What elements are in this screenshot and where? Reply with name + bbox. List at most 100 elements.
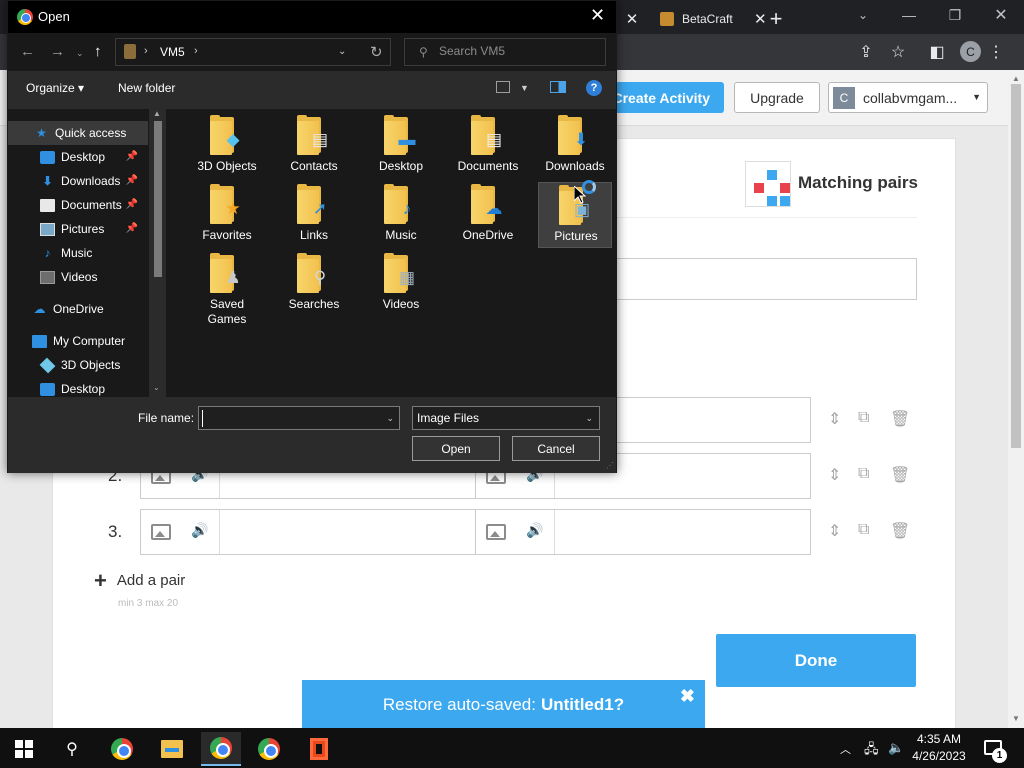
pair-left-input[interactable]: 🔊 (140, 509, 476, 555)
nav-item-videos[interactable]: Videos (8, 265, 148, 289)
add-pair-button[interactable]: + Add a pair (94, 569, 185, 591)
scrollbar-thumb[interactable] (154, 121, 162, 277)
duplicate-icon[interactable]: ⧉ (858, 465, 869, 483)
nav-item-3d-objects[interactable]: 3D Objects (8, 353, 148, 377)
network-icon[interactable]: 🖧 (864, 740, 879, 762)
folder-desktop[interactable]: ▬ Desktop (364, 113, 438, 179)
folder-favorites[interactable]: ★ Favorites (190, 182, 264, 248)
back-arrow-icon[interactable]: ← (20, 43, 35, 60)
speaker-icon[interactable]: 🔊 (526, 522, 543, 539)
nav-item-quick-access[interactable]: ★ Quick access (8, 121, 148, 145)
tab-close-button[interactable]: ✕ (622, 4, 642, 34)
view-options-chevron-icon[interactable]: ▼ (520, 83, 529, 93)
image-icon[interactable] (486, 524, 506, 540)
file-name-input[interactable] (202, 410, 377, 427)
taskbar-chrome[interactable] (102, 732, 142, 766)
nav-item-documents[interactable]: Documents 📌 (8, 193, 148, 217)
duplicate-icon[interactable]: ⧉ (858, 409, 869, 427)
folder-videos[interactable]: ▦ Videos (364, 251, 438, 317)
file-type-select[interactable]: Image Files ⌄ (412, 406, 600, 430)
trash-icon[interactable]: 🗑 (890, 409, 910, 429)
refresh-icon[interactable]: ↻ (370, 43, 383, 61)
chevron-right-icon[interactable]: › (194, 45, 198, 57)
folder-saved-games[interactable]: ♟ Saved Games (190, 251, 264, 326)
folder-music[interactable]: ♪ Music (364, 182, 438, 248)
tab-betacraft[interactable]: BetaCraft ✕ (652, 4, 770, 34)
change-view-icon[interactable] (496, 81, 510, 93)
taskbar-chrome-active[interactable] (201, 732, 241, 766)
show-hidden-icons-chevron-icon[interactable]: ︿ (840, 741, 851, 757)
clock-time[interactable]: 4:35 AM (916, 732, 962, 746)
duplicate-icon[interactable]: ⧉ (858, 521, 869, 539)
trash-icon[interactable]: 🗑 (890, 521, 910, 541)
speaker-icon[interactable]: 🔊 (191, 522, 208, 539)
folder-contacts[interactable]: ▤ Contacts (277, 113, 351, 179)
nav-item-my-computer[interactable]: My Computer (8, 329, 148, 353)
folder-downloads[interactable]: ⬇ Downloads (538, 113, 612, 179)
reorder-arrows-icon[interactable]: ⇕ (828, 465, 841, 485)
up-arrow-icon[interactable]: ↑ (94, 43, 102, 60)
chevron-right-icon[interactable]: › (144, 45, 148, 57)
account-dropdown[interactable]: C collabvmgam... ▼ (828, 82, 988, 113)
start-button[interactable] (4, 732, 44, 766)
chevron-down-icon[interactable]: ⌄ (386, 413, 394, 424)
restore-window-button[interactable]: ❐ (932, 0, 978, 30)
address-bar[interactable]: › VM5 › ⌄ ↻ (115, 38, 391, 66)
open-button[interactable]: Open (412, 436, 500, 461)
share-icon[interactable]: ⇪ (856, 42, 876, 62)
resize-grip-icon[interactable]: ⋰ (606, 461, 614, 470)
clock-date[interactable]: 4/26/2023 (908, 749, 970, 763)
chevron-down-icon[interactable]: ⌄ (338, 46, 346, 57)
new-tab-button[interactable]: + (764, 4, 788, 34)
minimize-button[interactable]: — (886, 0, 932, 30)
scroll-down-arrow-icon[interactable]: ▼ (1012, 714, 1020, 723)
scroll-down-arrow-icon[interactable]: ⌄ (153, 383, 160, 392)
image-icon[interactable] (151, 524, 171, 540)
preview-pane-icon[interactable] (550, 81, 566, 93)
scrollbar-thumb[interactable] (1011, 84, 1021, 448)
tab-search-chevron-icon[interactable]: ⌄ (840, 0, 886, 30)
trash-icon[interactable]: 🗑 (890, 465, 910, 485)
reorder-arrows-icon[interactable]: ⇕ (828, 521, 841, 541)
search-input[interactable] (439, 44, 599, 58)
volume-icon[interactable]: 🔈 (888, 740, 904, 756)
nav-item-music[interactable]: ♪ Music (8, 241, 148, 265)
help-icon[interactable]: ? (586, 80, 602, 96)
close-icon[interactable]: ✕ (590, 5, 605, 26)
upgrade-button[interactable]: Upgrade (734, 82, 820, 113)
folder-searches[interactable]: ⚲ Searches (277, 251, 351, 317)
taskbar-office[interactable] (299, 732, 339, 766)
close-icon[interactable]: ✖ (680, 686, 695, 707)
restore-autosave-banner[interactable]: Restore auto-saved: Untitled1? ✖ (302, 680, 705, 730)
organize-menu-button[interactable]: Organize ▾ (26, 81, 84, 95)
folder-onedrive[interactable]: ☁ OneDrive (451, 182, 525, 248)
page-scrollbar[interactable]: ▲ ▼ (1008, 70, 1024, 728)
nav-item-onedrive[interactable]: ☁ OneDrive (8, 297, 148, 321)
nav-pane-scrollbar[interactable]: ▲ ⌄ (149, 109, 166, 397)
pair-right-input[interactable]: 🔊 (476, 509, 811, 555)
nav-item-desktop[interactable]: Desktop 📌 (8, 145, 148, 169)
close-window-button[interactable]: ✕ (978, 0, 1024, 30)
taskbar-chrome[interactable] (249, 732, 289, 766)
scroll-up-arrow-icon[interactable]: ▲ (153, 109, 161, 118)
folder-3d-objects[interactable]: ◆ 3D Objects (190, 113, 264, 179)
kebab-menu-icon[interactable]: ⋮ (986, 42, 1006, 62)
side-panel-icon[interactable]: ◧ (927, 42, 947, 62)
cancel-button[interactable]: Cancel (512, 436, 600, 461)
folder-links[interactable]: ➚ Links (277, 182, 351, 248)
nav-item-desktop-pc[interactable]: Desktop (8, 377, 148, 397)
profile-avatar[interactable]: C (960, 41, 981, 62)
nav-item-downloads[interactable]: ⬇ Downloads 📌 (8, 169, 148, 193)
bookmark-star-icon[interactable]: ☆ (888, 42, 908, 62)
done-button[interactable]: Done (716, 634, 916, 687)
search-icon[interactable]: ⚲ (52, 732, 92, 766)
folder-documents[interactable]: ▤ Documents (451, 113, 525, 179)
scroll-up-arrow-icon[interactable]: ▲ (1012, 74, 1020, 83)
nav-item-pictures[interactable]: Pictures 📌 (8, 217, 148, 241)
file-name-combobox[interactable]: ⌄ (198, 406, 400, 430)
forward-arrow-icon[interactable]: → (50, 43, 65, 60)
activity-title-input[interactable] (613, 258, 917, 300)
new-folder-button[interactable]: New folder (118, 81, 175, 95)
recent-locations-chevron-icon[interactable]: ⌄ (76, 48, 84, 59)
reorder-arrows-icon[interactable]: ⇕ (828, 409, 841, 429)
